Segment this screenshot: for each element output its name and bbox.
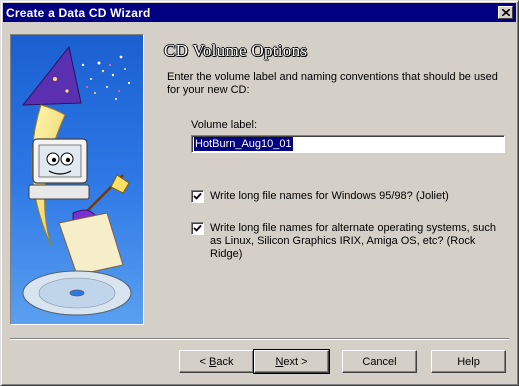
help-button[interactable]: Help — [431, 350, 506, 373]
back-button-rest: ack — [216, 355, 234, 368]
volume-label-text: Volume label: — [191, 119, 258, 131]
volume-label-caption: Volume label: — [191, 119, 257, 131]
rock-ridge-checkbox[interactable] — [191, 222, 204, 235]
joliet-label: Write long file names for Windows 95/98?… — [210, 190, 449, 202]
checkmark-icon — [193, 192, 202, 200]
close-button[interactable] — [498, 6, 513, 19]
rock-ridge-label: Write long file names for alternate oper… — [210, 222, 496, 260]
wizard-window: Create a Data CD Wizard CD Volume Option… — [0, 0, 519, 386]
joliet-option[interactable]: Write long file names for Windows 95/98?… — [191, 190, 511, 203]
back-button-hotkey: B — [209, 355, 217, 368]
wizard-illustration — [10, 34, 144, 325]
cancel-button-label: Cancel — [362, 355, 397, 368]
back-button-prefix: < — [199, 355, 209, 368]
page-title: CD Volume Options — [164, 41, 308, 60]
checkmark-icon — [193, 224, 202, 232]
wizard-illustration-icon — [11, 35, 143, 324]
next-button-rest: ext > — [283, 355, 308, 368]
next-button[interactable]: Next > — [253, 349, 330, 374]
cancel-button[interactable]: Cancel — [342, 350, 417, 373]
joliet-checkbox[interactable] — [191, 190, 204, 203]
divider — [10, 338, 509, 340]
title-bar[interactable]: Create a Data CD Wizard — [3, 3, 516, 22]
back-button[interactable]: < Back — [179, 350, 254, 373]
close-icon — [501, 9, 510, 16]
next-button-hotkey: N — [275, 355, 284, 368]
volume-label-value: HotBurn_Aug10_01 — [194, 137, 293, 151]
intro-text: Enter the volume label and naming conven… — [167, 71, 498, 96]
volume-label-input[interactable]: HotBurn_Aug10_01 — [191, 135, 505, 153]
window-title: Create a Data CD Wizard — [6, 5, 151, 20]
help-button-label: Help — [457, 355, 480, 368]
rock-ridge-option[interactable]: Write long file names for alternate oper… — [191, 222, 511, 261]
